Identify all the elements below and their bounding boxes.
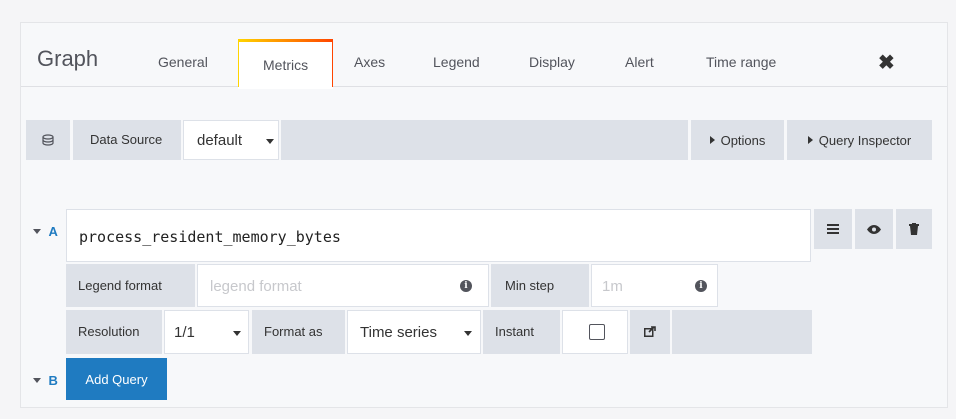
legend-format-input[interactable]: legend format i [197, 264, 489, 307]
tab-display[interactable]: Display [529, 54, 575, 70]
share-icon [644, 326, 656, 337]
panel-title: Graph [37, 46, 99, 71]
format-as-label-box: Format as [252, 310, 345, 354]
query-a-ref: A [48, 224, 58, 239]
datasource-label-box: Data Source [73, 120, 181, 160]
info-icon: i [695, 280, 707, 292]
legend-format-label: Legend format [78, 278, 162, 293]
query-inspector-button[interactable]: Query Inspector [787, 120, 932, 160]
min-step-label: Min step [505, 278, 555, 293]
delete-query-button[interactable] [896, 209, 932, 249]
caret-right-icon [709, 136, 715, 144]
eye-icon [867, 225, 881, 234]
tab-general[interactable]: General [158, 54, 208, 70]
chevron-down-icon [464, 331, 472, 336]
datasource-label: Data Source [90, 132, 163, 147]
query-b-ref: B [48, 373, 58, 388]
instant-checkbox-box [562, 310, 628, 354]
resolution-label: Resolution [78, 324, 140, 339]
query-a-toggle[interactable]: A [33, 223, 58, 241]
legend-format-placeholder: legend format [210, 278, 302, 295]
add-query-button[interactable]: Add Query [66, 358, 167, 400]
resolution-value: 1/1 [174, 324, 195, 341]
instant-label: Instant [495, 324, 535, 339]
min-step-placeholder: 1m [602, 278, 623, 295]
instant-checkbox[interactable] [589, 324, 605, 340]
panel-editor: Graph General Metrics Axes Legend Displa… [20, 22, 948, 408]
tab-legend[interactable]: Legend [433, 54, 480, 70]
close-icon[interactable]: ✖ [878, 50, 895, 75]
instant-label-box: Instant [483, 310, 560, 354]
datasource-select[interactable]: default [183, 120, 279, 160]
tab-alert[interactable]: Alert [625, 54, 654, 70]
query-b-toggle[interactable]: B [33, 372, 58, 390]
resolution-filler [672, 310, 812, 354]
toggle-visibility-button[interactable] [855, 209, 893, 249]
database-icon-box [26, 120, 70, 160]
collapse-icon [33, 378, 41, 384]
chevron-down-icon [266, 139, 274, 144]
hamburger-icon [827, 224, 839, 234]
format-as-label: Format as [264, 324, 323, 339]
datasource-value: default [197, 132, 243, 149]
min-step-label-box: Min step [491, 264, 589, 307]
min-step-input[interactable]: 1m i [591, 264, 718, 307]
menu-button[interactable] [814, 209, 852, 249]
chevron-down-icon [233, 331, 241, 336]
trash-icon [909, 223, 919, 235]
legend-format-label-box: Legend format [66, 264, 195, 307]
datasource-filler [281, 120, 688, 160]
database-icon [42, 134, 54, 146]
resolution-label-box: Resolution [66, 310, 162, 354]
query-expression-input[interactable]: process_resident_memory_bytes [66, 209, 811, 262]
query-expression: process_resident_memory_bytes [79, 228, 341, 246]
format-as-select[interactable]: Time series [347, 310, 481, 354]
tab-time-range[interactable]: Time range [706, 54, 776, 70]
collapse-icon [33, 229, 41, 235]
tab-metrics[interactable]: Metrics [238, 39, 334, 89]
caret-right-icon [807, 136, 813, 144]
tab-bar: Graph General Metrics Axes Legend Displa… [21, 23, 947, 89]
options-button[interactable]: Options [691, 120, 784, 160]
info-icon: i [460, 280, 472, 292]
format-as-value: Time series [360, 324, 437, 341]
query-inspector-label: Query Inspector [818, 132, 912, 148]
options-label: Options [720, 132, 766, 148]
tab-axes[interactable]: Axes [354, 54, 385, 70]
share-button[interactable] [630, 310, 670, 354]
resolution-select[interactable]: 1/1 [164, 310, 249, 354]
